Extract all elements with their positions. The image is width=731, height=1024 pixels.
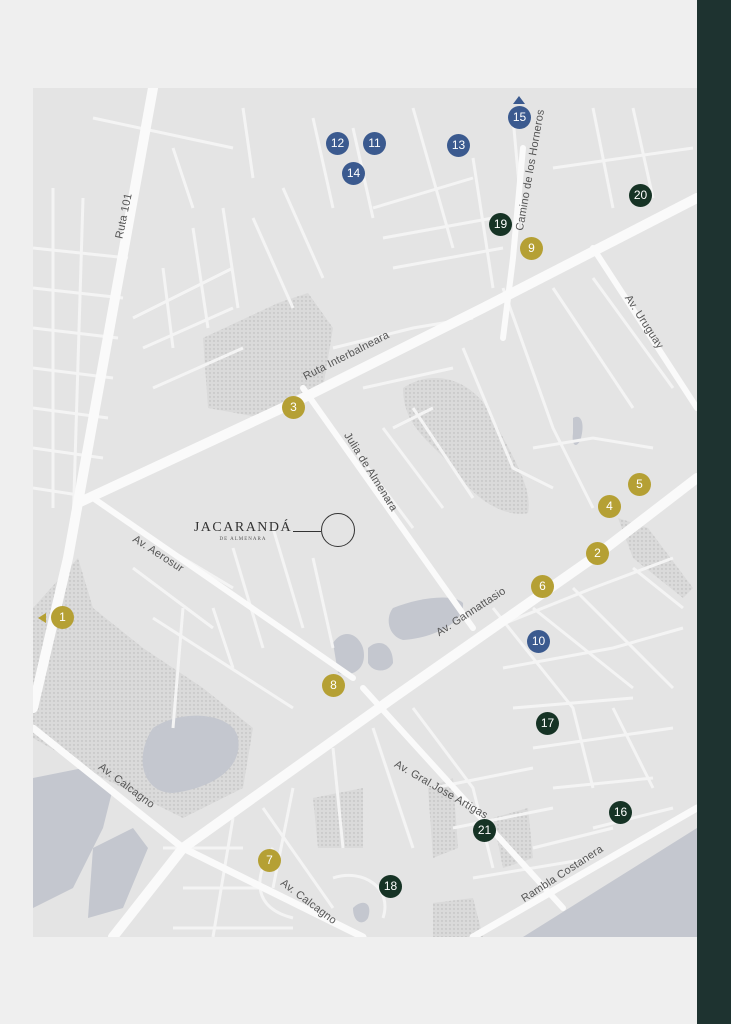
marker-5[interactable]: 5 — [628, 473, 651, 496]
marker-14[interactable]: 14 — [342, 162, 365, 185]
side-bar — [697, 0, 731, 1024]
marker-12[interactable]: 12 — [326, 132, 349, 155]
jacaranda-subtitle: DE ALMENARA — [219, 537, 267, 542]
marker-17[interactable]: 17 — [536, 712, 559, 735]
jacaranda-pointer-line — [293, 531, 321, 532]
marker-18[interactable]: 18 — [379, 875, 402, 898]
marker-16[interactable]: 16 — [609, 801, 632, 824]
lake — [353, 902, 370, 923]
marker-21[interactable]: 21 — [473, 819, 496, 842]
marker-2[interactable]: 2 — [586, 542, 609, 565]
marker-7[interactable]: 7 — [258, 849, 281, 872]
marker-3[interactable]: 3 — [282, 396, 305, 419]
marker-11[interactable]: 11 — [363, 132, 386, 155]
marker-6[interactable]: 6 — [531, 575, 554, 598]
marker-4[interactable]: 4 — [598, 495, 621, 518]
marker-8[interactable]: 8 — [322, 674, 345, 697]
jacaranda-name: JACARANDÁ — [193, 520, 293, 535]
marker-9[interactable]: 9 — [520, 237, 543, 260]
park-area — [433, 898, 483, 937]
marker-20[interactable]: 20 — [629, 184, 652, 207]
park-area — [403, 378, 529, 514]
offmap-arrow-left-icon — [38, 613, 46, 623]
major-roads — [33, 88, 697, 937]
map-canvas[interactable]: Ruta 101 Ruta Interbalneara Camino de lo… — [33, 88, 697, 937]
marker-1[interactable]: 1 — [51, 606, 74, 629]
map-graphics — [33, 88, 697, 937]
marker-15[interactable]: 15 — [508, 106, 531, 129]
lake — [368, 643, 393, 671]
road-ruta-interbalneara — [73, 193, 697, 508]
jacaranda-logo: JACARANDÁ DE ALMENARA — [193, 520, 293, 542]
jacaranda-location-circle[interactable] — [321, 513, 355, 547]
marker-13[interactable]: 13 — [447, 134, 470, 157]
marker-19[interactable]: 19 — [489, 213, 512, 236]
marker-10[interactable]: 10 — [527, 630, 550, 653]
offmap-arrow-up-icon — [513, 96, 525, 104]
